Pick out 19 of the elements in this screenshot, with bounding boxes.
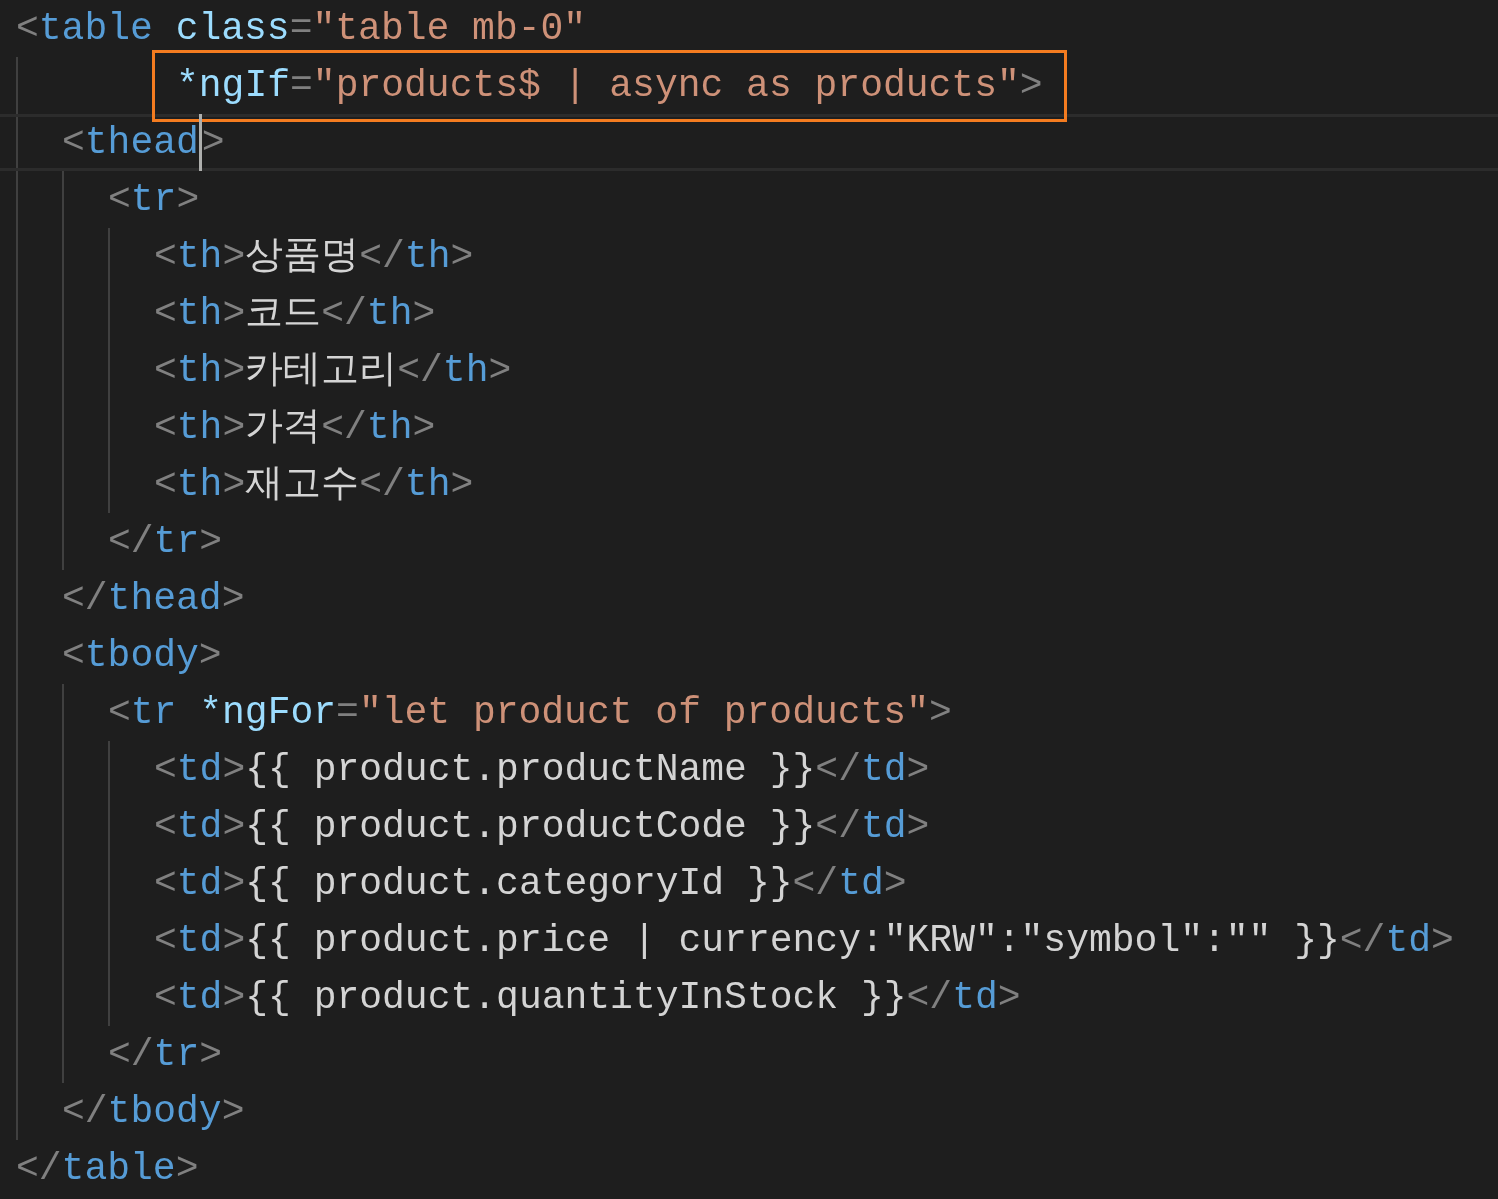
code-line: <table class="table mb-0" — [16, 6, 587, 52]
code-line: <th>재고수</th> — [154, 462, 474, 508]
code-line: <tr> — [108, 177, 200, 223]
code-line: </table> — [16, 1146, 199, 1192]
code-line: </tbody> — [62, 1089, 245, 1135]
code-line: </tr> — [108, 519, 223, 565]
code-line: <td>{{ product.categoryId }}</td> — [154, 861, 907, 907]
code-line: <td>{{ product.productName }}</td> — [154, 747, 930, 793]
code-line: <td>{{ product.quantityInStock }}</td> — [154, 975, 1021, 1021]
code-line: </thead> — [62, 576, 245, 622]
code-line: <td>{{ product.productCode }}</td> — [154, 804, 930, 850]
code-line: <th>카테고리</th> — [154, 348, 512, 394]
code-line: <td>{{ product.price | currency:"KRW":"symbol":"" }}</td> — [154, 918, 1454, 964]
code-line: <th>가격</th> — [154, 405, 436, 451]
code-line: <tr *ngFor="let product of products"> — [108, 690, 952, 736]
code-line: <tbody> — [62, 633, 222, 679]
code-line: <th>코드</th> — [154, 291, 436, 337]
code-line: </tr> — [108, 1032, 223, 1078]
code-line: <th>상품명</th> — [154, 234, 474, 280]
